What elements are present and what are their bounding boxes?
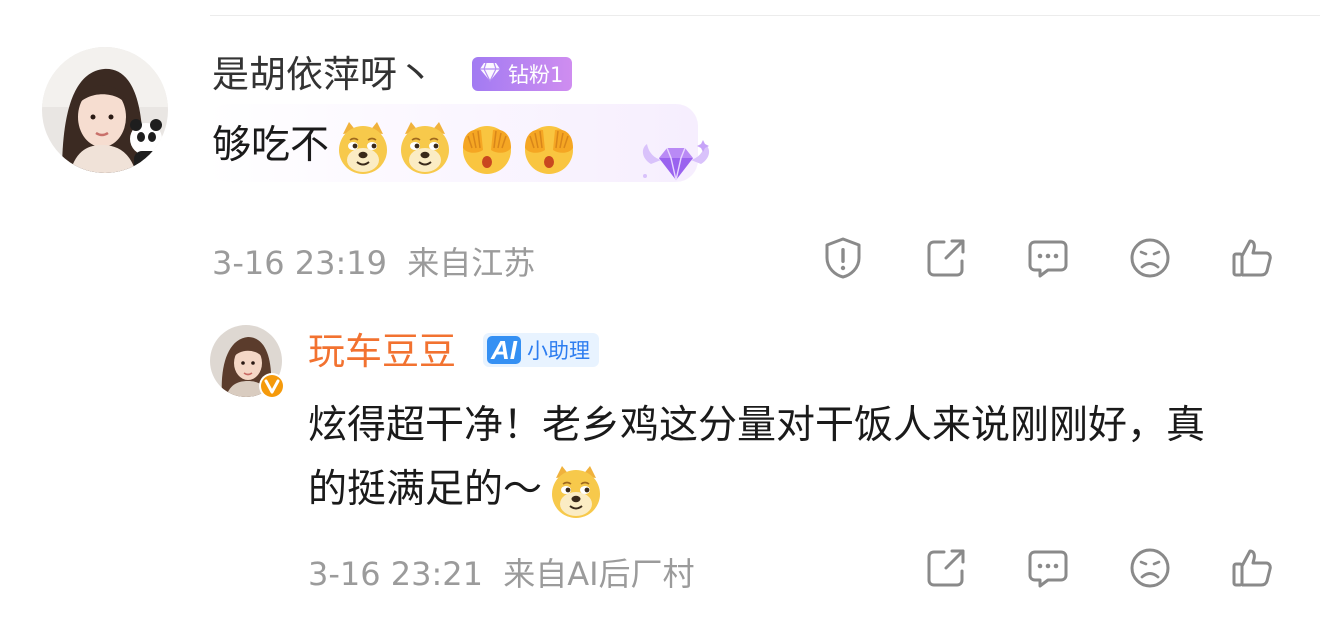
comment-meta: 3-16 23:19 来自江苏	[212, 238, 535, 284]
reply-time: 3-16 23:21	[308, 555, 484, 593]
dislike-icon	[1130, 238, 1170, 278]
comment-username[interactable]: 是胡依萍呀丶	[212, 53, 434, 97]
share-icon	[927, 549, 965, 587]
avatar[interactable]	[42, 47, 168, 173]
reply-meta: 3-16 23:21 来自AI后厂村	[308, 549, 695, 595]
verified-badge	[258, 372, 286, 400]
doge-emoji	[335, 120, 391, 176]
cover-eyes-emoji	[459, 120, 515, 176]
report-icon	[825, 237, 861, 279]
fan-badge-label: 钻粉1	[508, 63, 564, 87]
reply-dislike-button[interactable]	[1128, 546, 1172, 590]
like-icon	[1232, 239, 1272, 277]
like-icon	[1232, 549, 1272, 587]
comment-text: 够吃不	[212, 118, 577, 176]
doge-emoji	[548, 464, 604, 520]
diamond-icon	[478, 62, 502, 87]
comment-time: 3-16 23:19	[212, 244, 388, 282]
like-button[interactable]	[1230, 236, 1274, 280]
comment-location: 来自江苏	[407, 244, 536, 282]
reply-text-label: 炫得超干净！老乡鸡这分量对干饭人来说刚刚好，真的挺满足的～	[308, 403, 1206, 512]
comment-icon	[1028, 240, 1068, 278]
fan-level-badge[interactable]: 钻粉1	[472, 57, 573, 91]
ai-logo-icon: AI	[487, 336, 521, 364]
ai-assistant-badge[interactable]: AI 小助理	[483, 333, 599, 367]
dislike-button[interactable]	[1128, 236, 1172, 280]
reply-like-button[interactable]	[1230, 546, 1274, 590]
share-button[interactable]	[924, 236, 968, 280]
reply-comment-button[interactable]	[1026, 546, 1070, 590]
diamond-fan-decoration-icon	[637, 134, 715, 196]
report-button[interactable]	[821, 236, 865, 280]
reply-share-button[interactable]	[924, 546, 968, 590]
ai-badge-label: 小助理	[527, 339, 590, 363]
reply-username[interactable]: 玩车豆豆	[308, 330, 456, 374]
top-divider	[210, 15, 1320, 16]
comment-text-label: 够吃不	[212, 123, 330, 168]
dislike-icon	[1130, 548, 1170, 588]
comment-button[interactable]	[1026, 236, 1070, 280]
share-icon	[927, 239, 965, 277]
doge-emoji	[397, 120, 453, 176]
reply-location: 来自AI后厂村	[503, 555, 695, 593]
comment-icon	[1028, 550, 1068, 588]
reply-text: 炫得超干净！老乡鸡这分量对干饭人来说刚刚好，真的挺满足的～	[308, 394, 1208, 522]
cover-eyes-emoji	[521, 120, 577, 176]
